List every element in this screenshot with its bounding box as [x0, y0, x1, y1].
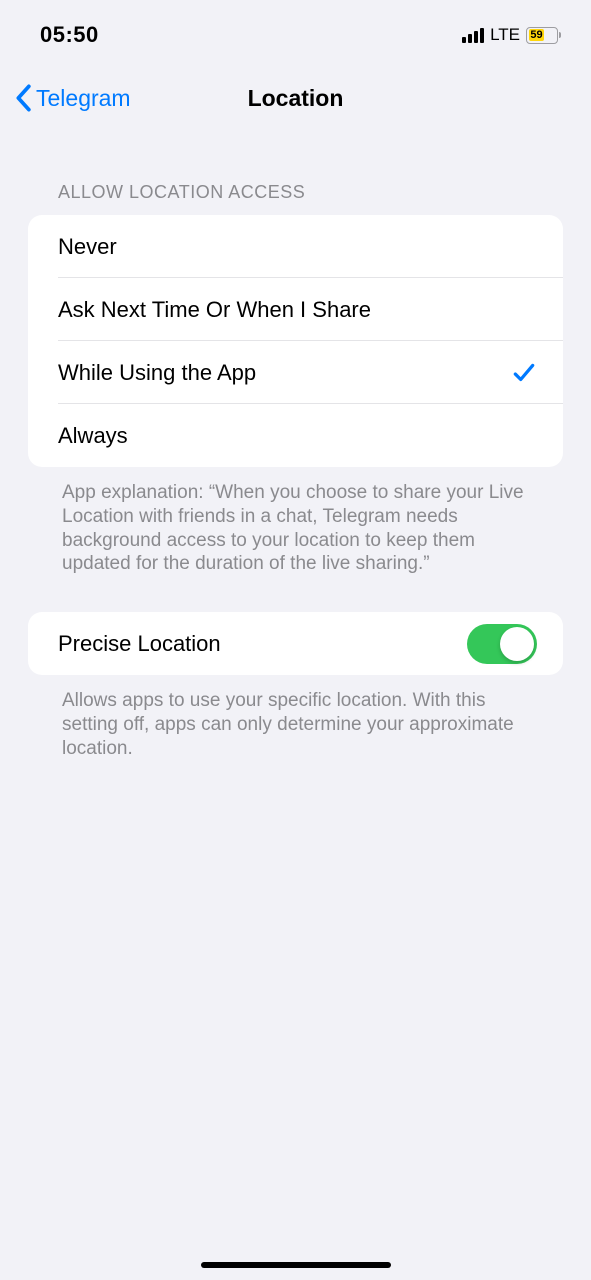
network-type: LTE — [490, 25, 520, 45]
status-indicators: LTE 59 — [462, 25, 561, 45]
option-label: Ask Next Time Or When I Share — [58, 297, 371, 323]
page-title: Location — [248, 85, 344, 112]
option-label: While Using the App — [58, 360, 256, 386]
navigation-bar: Telegram Location — [0, 70, 591, 126]
battery-icon: 59 — [526, 27, 561, 44]
back-button[interactable]: Telegram — [14, 84, 131, 112]
chevron-left-icon — [14, 84, 32, 112]
section-footer-access: App explanation: “When you choose to sha… — [28, 467, 563, 576]
status-bar: 05:50 LTE 59 — [0, 0, 591, 60]
option-ask-next-time[interactable]: Ask Next Time Or When I Share — [28, 278, 563, 341]
precise-location-group: Precise Location — [28, 612, 563, 675]
toggle-knob — [500, 627, 534, 661]
precise-location-label: Precise Location — [58, 631, 221, 657]
section-header-access: ALLOW LOCATION ACCESS — [28, 182, 563, 215]
precise-location-row[interactable]: Precise Location — [28, 612, 563, 675]
option-label: Never — [58, 234, 117, 260]
home-indicator[interactable] — [201, 1262, 391, 1268]
status-time: 05:50 — [40, 22, 99, 48]
option-never[interactable]: Never — [28, 215, 563, 278]
battery-percentage: 59 — [530, 29, 542, 41]
checkmark-icon — [511, 360, 537, 386]
back-label: Telegram — [36, 85, 131, 112]
precise-location-toggle[interactable] — [467, 624, 537, 664]
cellular-signal-icon — [462, 27, 484, 43]
option-while-using[interactable]: While Using the App — [28, 341, 563, 404]
option-always[interactable]: Always — [28, 404, 563, 467]
option-label: Always — [58, 423, 128, 449]
section-footer-precise: Allows apps to use your specific locatio… — [28, 675, 563, 760]
location-access-group: Never Ask Next Time Or When I Share Whil… — [28, 215, 563, 467]
